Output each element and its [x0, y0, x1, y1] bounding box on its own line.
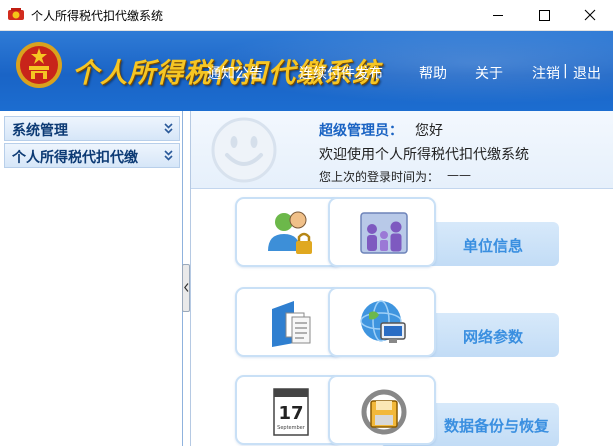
sidebar-item-label: 个人所得税代扣代缴	[12, 150, 138, 166]
module-label-network[interactable]: 网络参数	[463, 326, 523, 347]
user-role: 超级管理员：	[319, 123, 403, 139]
chevron-double-down-icon	[164, 150, 173, 161]
network-tile-right[interactable]	[328, 287, 436, 357]
sidebar-item-tax-withholding[interactable]: 个人所得税代扣代缴	[4, 143, 180, 168]
network-tile-left[interactable]	[235, 287, 343, 357]
welcome-panel: 超级管理员： 您好 欢迎使用个人所得税代扣代缴系统 您上次的登录时间为： ——	[191, 111, 613, 189]
calendar-day: 17	[278, 403, 303, 424]
last-login-value: ——	[447, 168, 471, 182]
maximize-button[interactable]	[521, 0, 567, 31]
backup-tile-left[interactable]: 17 September	[235, 375, 343, 445]
welcome-message: 欢迎使用个人所得税代扣代缴系统	[319, 147, 529, 163]
sidebar-item-system-management[interactable]: 系统管理	[4, 116, 180, 141]
maximize-icon	[539, 10, 550, 21]
minimize-button[interactable]	[475, 0, 521, 31]
nav-help[interactable]: 帮助	[419, 63, 447, 83]
unit-info-tile-left[interactable]	[235, 197, 343, 267]
close-button[interactable]	[567, 0, 613, 31]
calendar-icon: 17 September	[273, 388, 309, 436]
chevron-left-icon	[184, 283, 189, 292]
nav-exit[interactable]: 退出	[573, 63, 601, 83]
network-globe-icon	[360, 300, 406, 343]
nav-about[interactable]: 关于	[475, 63, 503, 83]
nav-separator: |	[563, 63, 568, 79]
module-label-backup[interactable]: 数据备份与恢复	[444, 415, 549, 436]
chevron-double-down-icon	[164, 123, 173, 134]
greeting: 您好	[415, 123, 443, 139]
documents-icon	[272, 301, 311, 347]
app-icon	[8, 8, 24, 20]
sidebar-item-label: 系统管理	[12, 123, 68, 139]
national-emblem-icon	[16, 42, 62, 88]
window-title: 个人所得税代扣代缴系统	[31, 9, 164, 23]
smiley-icon	[211, 117, 277, 183]
unit-info-tile-right[interactable]	[328, 197, 436, 267]
nav-notice[interactable]: 通知公告	[207, 63, 263, 83]
minimize-icon	[493, 15, 503, 16]
family-icon	[360, 212, 408, 254]
calendar-month: September	[277, 425, 306, 431]
sidebar: 系统管理 个人所得税代扣代缴	[0, 111, 183, 446]
module-label-unit-info[interactable]: 单位信息	[463, 235, 523, 256]
user-lock-icon	[268, 211, 312, 254]
main-panel: 超级管理员： 您好 欢迎使用个人所得税代扣代缴系统 您上次的登录时间为： —— …	[190, 111, 613, 446]
close-icon	[584, 9, 596, 21]
header-banner: 个人所得税代扣代缴系统 通知公告 连续付件发布 帮助 关于 注销 | 退出	[0, 31, 613, 111]
backup-restore-icon	[361, 389, 407, 435]
sidebar-collapse-handle[interactable]	[182, 264, 190, 312]
nav-announce[interactable]: 连续付件发布	[299, 63, 383, 83]
last-login-label: 您上次的登录时间为：	[319, 170, 440, 184]
nav-logout[interactable]: 注销	[532, 63, 560, 83]
backup-tile-right[interactable]	[328, 375, 436, 445]
window-titlebar: 个人所得税代扣代缴系统	[0, 0, 613, 31]
